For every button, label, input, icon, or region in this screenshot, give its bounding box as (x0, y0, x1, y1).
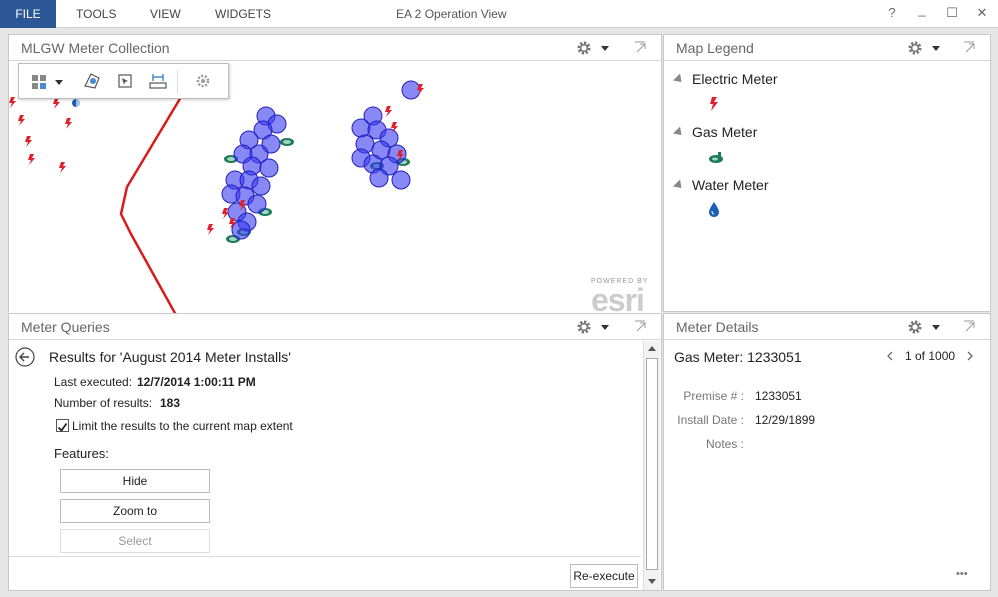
map-layer (9, 80, 424, 324)
gear-icon[interactable] (575, 39, 593, 57)
maximize-button[interactable]: ☐ (942, 0, 962, 28)
map-toolbar (18, 63, 229, 99)
legend-panel: Map Legend Electric Meter Gas Meter Wate… (663, 34, 991, 312)
basemap-icon[interactable] (31, 74, 47, 90)
premise-label: Premise # : (683, 389, 744, 403)
details-panel-title: Meter Details (676, 319, 759, 335)
map-panel-header: MLGW Meter Collection (9, 35, 661, 61)
meter-cluster-left (207, 106, 294, 243)
legend-panel-header: Map Legend (664, 35, 990, 61)
chevron-down-icon[interactable] (601, 325, 609, 330)
gas-meter-icon (709, 152, 723, 163)
expand-icon[interactable] (633, 319, 647, 333)
num-results-label: Number of results: (54, 396, 153, 410)
hide-button[interactable]: Hide (60, 469, 210, 493)
checkmark-icon (57, 422, 68, 432)
collapse-triangle-icon[interactable] (672, 126, 686, 139)
back-arrow-icon[interactable] (15, 347, 35, 367)
close-button[interactable]: ✕ (972, 0, 992, 28)
map-select-icon[interactable] (117, 73, 133, 89)
toolbar-divider (177, 70, 178, 94)
legend-item-electric[interactable]: Electric Meter (672, 71, 778, 87)
limit-extent-label: Limit the results to the current map ext… (72, 419, 293, 433)
collapse-triangle-icon[interactable] (672, 179, 686, 192)
scrollbar-track[interactable] (643, 341, 660, 590)
legend-item-water[interactable]: Water Meter (672, 177, 769, 193)
minimize-button[interactable]: _ (912, 0, 932, 28)
menu-file[interactable]: FILE (0, 0, 56, 28)
legend-item-label: Electric Meter (692, 71, 778, 87)
collapse-triangle-icon[interactable] (672, 73, 686, 86)
basemap-dropdown-icon[interactable] (55, 80, 63, 85)
chevron-down-icon[interactable] (932, 325, 940, 330)
menu-widgets[interactable]: WIDGETS (215, 0, 271, 28)
map-measure-icon[interactable] (83, 72, 101, 90)
notes-label: Notes : (705, 437, 744, 451)
next-record-icon[interactable] (966, 351, 974, 361)
features-label: Features: (54, 446, 109, 461)
num-results-value: 183 (160, 396, 181, 410)
gear-icon[interactable] (906, 318, 924, 336)
queries-panel: Meter Queries Results for 'August 2014 M… (8, 313, 662, 591)
chevron-down-icon[interactable] (932, 46, 940, 51)
limit-extent-checkbox[interactable] (56, 419, 69, 432)
expand-icon[interactable] (962, 40, 976, 54)
expand-icon[interactable] (633, 40, 647, 54)
details-heading: Gas Meter: 1233051 (674, 349, 802, 365)
premise-value: 1233051 (755, 389, 802, 403)
details-panel: Meter Details Gas Meter: 1233051 1 of 10… (663, 313, 991, 591)
boundary-line (119, 96, 183, 324)
lightning-icon (710, 97, 718, 111)
gear-icon[interactable] (575, 318, 593, 336)
scroll-up-icon[interactable] (648, 346, 656, 351)
last-executed-label: Last executed: (54, 375, 133, 389)
scrollbar-thumb[interactable] (646, 358, 658, 570)
expand-icon[interactable] (962, 319, 976, 333)
legend-item-gas[interactable]: Gas Meter (672, 124, 758, 140)
water-drop-icon (709, 202, 719, 217)
select-button[interactable]: Select (60, 529, 210, 553)
chevron-down-icon[interactable] (601, 46, 609, 51)
queries-panel-header: Meter Queries (9, 314, 661, 340)
map-panel-title: MLGW Meter Collection (21, 40, 170, 56)
zoom-to-button[interactable]: Zoom to (60, 499, 210, 523)
map-panel: MLGW Meter Collection POWERED BY esri (8, 34, 662, 345)
record-pager: 1 of 1000 (905, 349, 956, 363)
menu-bar: FILE TOOLS VIEW WIDGETS EA 2 Operation V… (0, 0, 998, 28)
last-executed-value: 12/7/2014 1:00:11 PM (137, 375, 256, 389)
map-settings-icon[interactable] (195, 73, 211, 89)
re-execute-button[interactable]: Re-execute (570, 564, 638, 588)
footer-divider (9, 556, 641, 557)
menu-tools[interactable]: TOOLS (76, 0, 116, 28)
install-date-label: Install Date : (677, 413, 744, 427)
app-title: EA 2 Operation View (396, 7, 507, 21)
help-button[interactable]: ? (882, 0, 902, 28)
more-options-icon[interactable]: ••• (956, 568, 968, 580)
legend-item-label: Gas Meter (692, 124, 758, 140)
meter-cluster-right (351, 80, 424, 190)
map-extent-icon[interactable] (149, 72, 167, 90)
legend-panel-title: Map Legend (676, 40, 754, 56)
menu-view[interactable]: VIEW (150, 0, 181, 28)
queries-panel-title: Meter Queries (21, 319, 110, 335)
install-date-value: 12/29/1899 (755, 413, 816, 427)
legend-item-label: Water Meter (692, 177, 769, 193)
prev-record-icon[interactable] (886, 351, 894, 361)
gear-icon[interactable] (906, 39, 924, 57)
results-title: Results for 'August 2014 Meter Installs' (49, 349, 291, 365)
scroll-down-icon[interactable] (648, 579, 656, 584)
map-canvas[interactable]: POWERED BY esri (9, 62, 661, 324)
details-panel-header: Meter Details (664, 314, 990, 340)
